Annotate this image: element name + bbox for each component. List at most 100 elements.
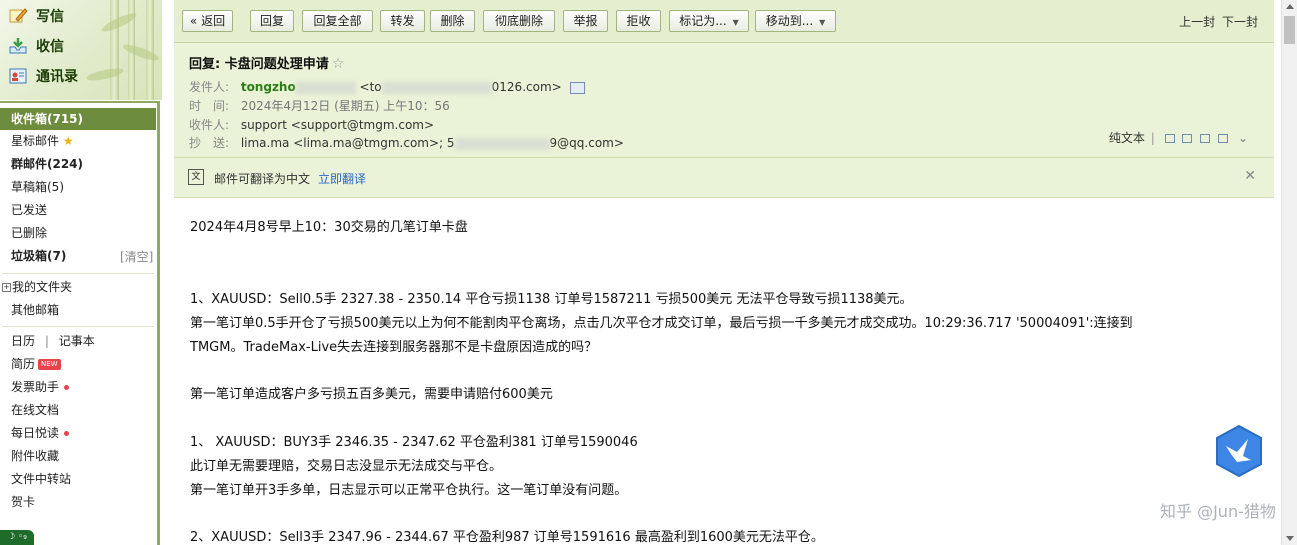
move-to-label: 移动到... — [765, 14, 814, 28]
notification-dot — [64, 385, 70, 390]
sender-email-start: <to — [359, 80, 382, 94]
translate-now-link[interactable]: 立即翻译 — [318, 172, 366, 186]
bottom-status-chip[interactable]: ☽ ◦₉ — [0, 530, 34, 545]
add-contact-icon[interactable] — [569, 81, 585, 94]
export-icon[interactable] — [1200, 134, 1211, 143]
my-folders-toggle[interactable]: + 我的文件夹 — [2, 277, 72, 297]
receive-button[interactable]: 收信 — [8, 34, 148, 58]
move-to-dropdown[interactable]: 移动到... ▼ — [755, 10, 836, 32]
reject-button[interactable]: 拒收 — [616, 10, 661, 32]
time-value: 2024年4月12日 (星期五) 上午10：56 — [240, 99, 450, 113]
new-window-icon[interactable] — [1182, 134, 1193, 143]
time-label: 时 间: — [189, 99, 230, 113]
sender-name[interactable]: tongzho — [241, 80, 296, 94]
translate-message: 邮件可翻译为中文 立即翻译 — [214, 170, 366, 187]
folder-spam-label: 垃圾箱(7) — [11, 249, 67, 263]
star-outline-icon[interactable]: ☆ — [332, 56, 345, 72]
daily-reading-link[interactable]: 每日悦读 — [11, 423, 70, 443]
folder-deleted-label: 已删除 — [11, 226, 48, 240]
attachments-link[interactable]: 附件收藏 — [11, 446, 59, 466]
greeting-card-link[interactable]: 贺卡 — [11, 492, 35, 512]
body-line: 2024年4月8号早上10：30交易的几笔订单卡盘 — [190, 220, 468, 235]
prev-mail-link[interactable]: 上一封 — [1179, 15, 1215, 29]
pencil-icon — [8, 7, 28, 25]
mail-pager: 上一封 下一封 — [1176, 13, 1258, 30]
sender-email-end: 0126.com> — [491, 80, 562, 94]
scroll-thumb[interactable] — [1284, 16, 1295, 44]
other-mailboxes[interactable]: 其他邮箱 — [11, 300, 59, 320]
chevron-down-icon[interactable]: ⌄ — [1238, 131, 1248, 145]
folder-starred[interactable]: 星标邮件 ★ — [11, 131, 74, 151]
body-line: 第一笔订单开3手多单，日志显示可以正常平仓执行。这一笔订单没有问题。 — [190, 483, 628, 498]
toolbar: « 返回 回复 回复全部 转发 删除 彻底删除 举报 拒收 标记为... ▼ 移动… — [174, 0, 1274, 43]
resume-link[interactable]: 简历 NEW — [11, 354, 61, 374]
contacts-button[interactable]: 通讯录 — [8, 64, 148, 88]
delete-permanently-button[interactable]: 彻底删除 — [483, 10, 555, 32]
recipient-value[interactable]: support <support@tmgm.com> — [241, 118, 434, 132]
divider — [2, 326, 154, 327]
clear-spam-link[interactable]: [清空] — [120, 247, 153, 267]
folder-drafts[interactable]: 草稿箱(5) — [11, 177, 64, 197]
file-transfer-link[interactable]: 文件中转站 — [11, 469, 71, 489]
contacts-label: 通讯录 — [36, 69, 78, 85]
floating-bird-button[interactable] — [1213, 424, 1265, 478]
bird-icon — [1216, 424, 1262, 478]
cc-value-end[interactable]: 9@qq.com> — [550, 136, 624, 150]
translate-text: 邮件可翻译为中文 — [214, 172, 311, 186]
online-docs-link[interactable]: 在线文档 — [11, 400, 59, 420]
folder-inbox-label: 收件箱(715) — [11, 112, 84, 126]
file-transfer-label: 文件中转站 — [11, 472, 72, 486]
new-badge: NEW — [38, 359, 61, 370]
watermark: 知乎 @Jun-猎物 — [1160, 502, 1276, 521]
notes-link[interactable]: 记事本 — [59, 334, 95, 348]
report-button[interactable]: 举报 — [563, 10, 608, 32]
next-mail-link[interactable]: 下一封 — [1222, 15, 1258, 29]
recipient-row: 收件人: support <support@tmgm.com> — [189, 116, 434, 133]
delete-button[interactable]: 删除 — [430, 10, 475, 32]
calendar-link[interactable]: 日历 — [11, 334, 35, 348]
folder-deleted[interactable]: 已删除 — [11, 223, 47, 243]
translate-bar: 文 邮件可翻译为中文 立即翻译 ✕ — [174, 158, 1274, 198]
redacted-block — [454, 137, 550, 150]
plain-text-link[interactable]: 纯文本 — [1109, 131, 1145, 145]
close-icon[interactable]: ✕ — [1244, 168, 1256, 184]
inbox-download-icon — [8, 37, 28, 55]
folder-group-mail[interactable]: 群邮件(224) — [11, 154, 83, 174]
cc-row: 抄 送: lima.ma <lima.ma@tmgm.com>; 5 9@qq.c… — [189, 134, 624, 151]
print-icon[interactable] — [1218, 134, 1229, 143]
greeting-card-label: 贺卡 — [11, 495, 36, 509]
cc-label: 抄 送: — [189, 136, 230, 150]
sender-label: 发件人: — [189, 80, 230, 94]
reply-all-button[interactable]: 回复全部 — [302, 10, 373, 32]
my-folders-label: 我的文件夹 — [12, 280, 73, 294]
popout-icon[interactable] — [1164, 134, 1175, 143]
invoice-assistant-link[interactable]: 发票助手 — [11, 377, 70, 397]
attachments-label: 附件收藏 — [11, 449, 60, 463]
chevron-down-icon: ▼ — [819, 18, 826, 27]
forward-button[interactable]: 转发 — [380, 10, 425, 32]
folder-drafts-label: 草稿箱(5) — [11, 180, 64, 194]
sidebar: 写信 收信 通讯录 收件箱(715) 星标邮件 ★ 群邮件(224) 草稿箱(5… — [0, 0, 162, 545]
scroll-up-icon[interactable] — [1286, 4, 1294, 9]
invoice-assistant-label: 发票助手 — [11, 380, 60, 394]
redacted-block — [381, 81, 492, 94]
other-mailboxes-label: 其他邮箱 — [11, 303, 60, 317]
folder-sent[interactable]: 已发送 — [11, 200, 47, 220]
compose-button[interactable]: 写信 — [8, 4, 148, 28]
vertical-scrollbar[interactable] — [1281, 0, 1297, 545]
expand-box-icon: + — [2, 283, 11, 292]
sender-row: 发件人: tongzho <to 0126.com> — [189, 78, 585, 95]
reply-button[interactable]: 回复 — [250, 10, 294, 32]
divider — [2, 273, 154, 274]
mark-as-dropdown[interactable]: 标记为... ▼ — [669, 10, 749, 32]
body-line: 2、XAUUSD：Sell3手 2347.96 - 2344.67 平仓盈利98… — [190, 530, 824, 545]
cc-value-start[interactable]: lima.ma <lima.ma@tmgm.com>; 5 — [241, 136, 455, 150]
mail-reader: « 返回 回复 回复全部 转发 删除 彻底删除 举报 拒收 标记为... ▼ 移动… — [174, 0, 1281, 545]
folder-inbox[interactable]: 收件箱(715) — [0, 108, 156, 130]
separator: | — [1150, 131, 1155, 145]
contacts-icon — [8, 67, 28, 85]
folder-spam[interactable]: 垃圾箱(7) — [11, 246, 66, 266]
back-button[interactable]: « 返回 — [182, 10, 233, 32]
scroll-down-icon[interactable] — [1286, 536, 1294, 541]
compose-label: 写信 — [36, 9, 64, 25]
